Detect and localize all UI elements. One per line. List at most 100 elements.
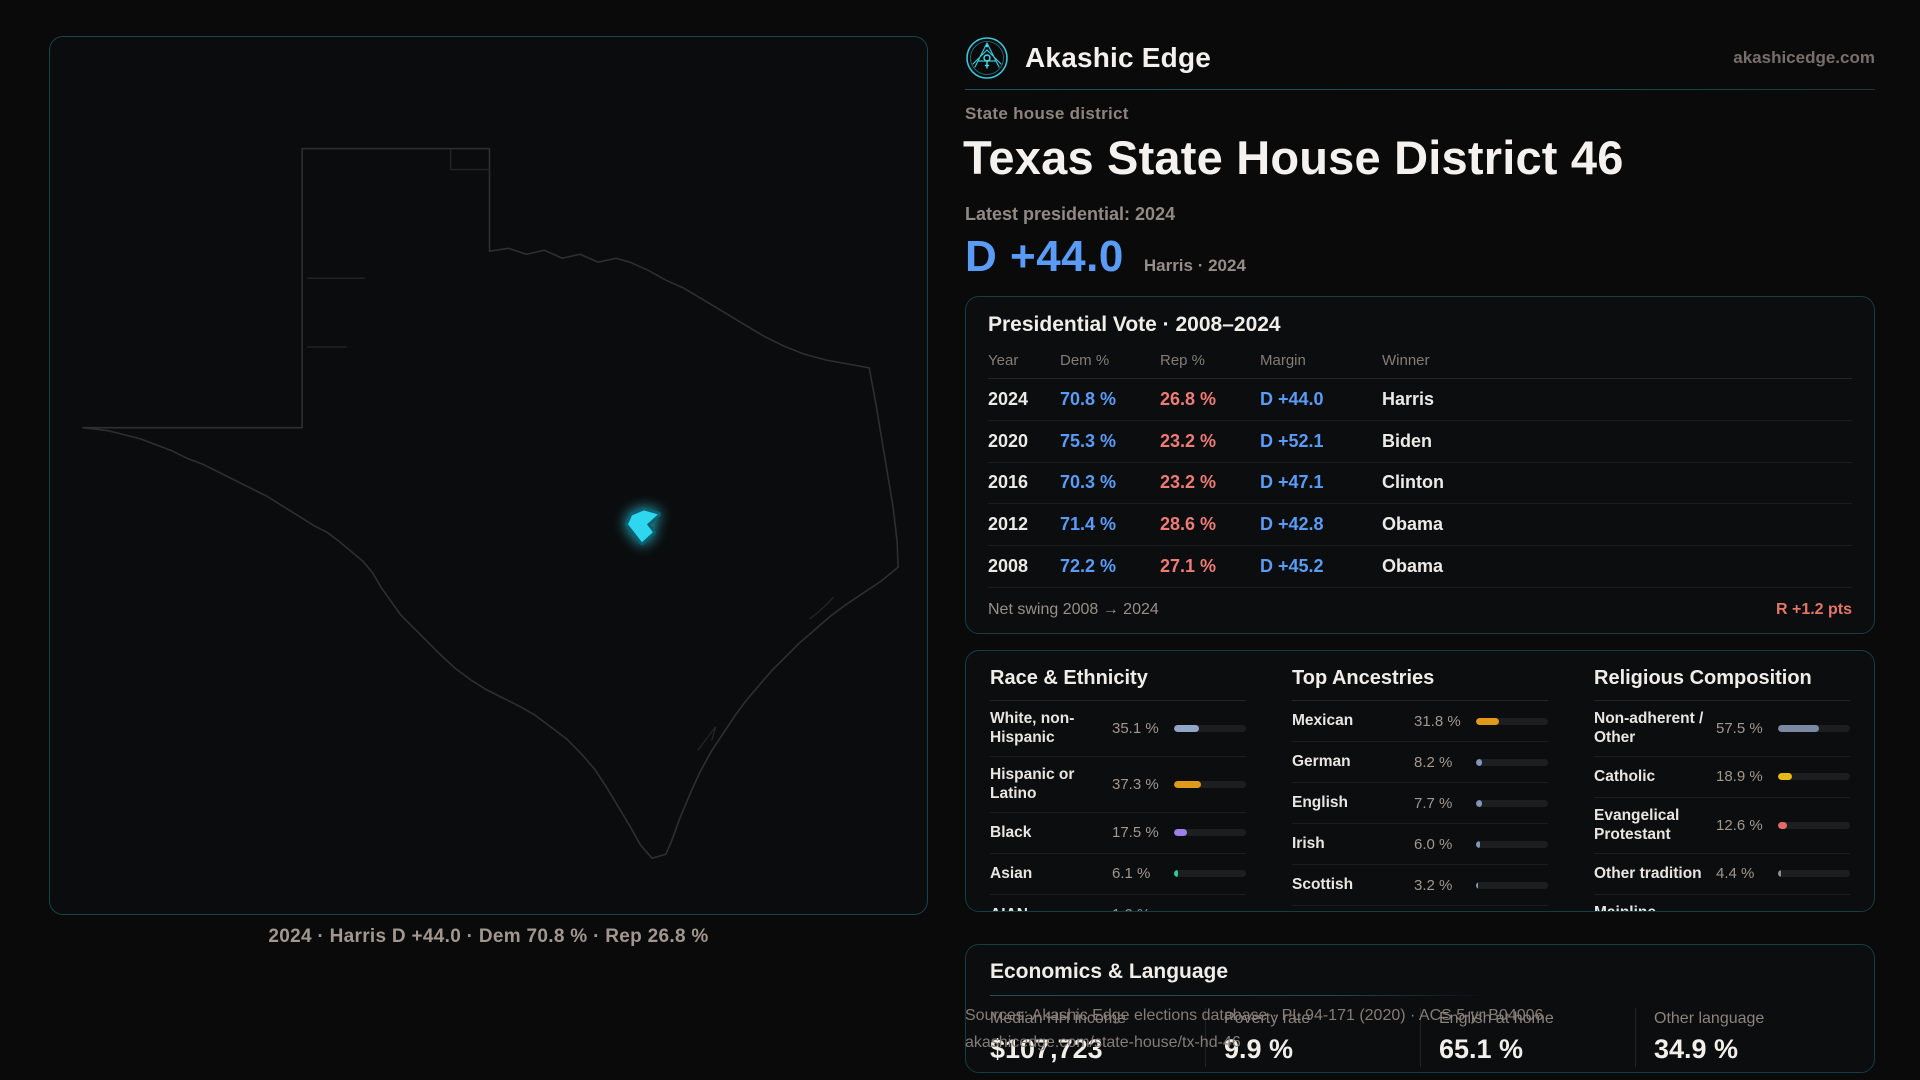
vote-margin: D +45.2 <box>1260 556 1382 577</box>
bar-fill <box>1476 759 1482 766</box>
econ-stat-label: Median HH income <box>990 1010 1205 1028</box>
demo-row: Evangelical Protestant12.6 % <box>1594 798 1850 854</box>
demo-value: 4.4 % <box>1716 865 1778 882</box>
vote-dem-pct: 75.3 % <box>1060 431 1160 452</box>
latest-presidential-label: Latest presidential: 2024 <box>965 204 1175 225</box>
bar-track <box>1174 829 1246 836</box>
bar-track <box>1778 870 1850 877</box>
demo-label: Asian <box>990 864 1112 883</box>
vote-year: 2020 <box>988 431 1060 452</box>
bar-fill <box>1778 870 1781 877</box>
demo-panel-title: Religious Composition <box>1594 667 1850 701</box>
texas-map-panel <box>49 36 928 915</box>
demo-row: German8.2 % <box>1292 742 1548 783</box>
vote-margin: D +52.1 <box>1260 431 1382 452</box>
vote-rep-pct: 27.1 % <box>1160 556 1260 577</box>
demo-value: 3.2 % <box>1414 877 1476 894</box>
vote-year: 2008 <box>988 556 1060 577</box>
vote-year: 2016 <box>988 472 1060 493</box>
vote-dem-pct: 70.3 % <box>1060 472 1160 493</box>
demo-row: Non-adherent / Other57.5 % <box>1594 701 1850 757</box>
margin-detail: Harris · 2024 <box>1144 256 1246 276</box>
header-divider <box>965 89 1875 90</box>
bar-track <box>1174 725 1246 732</box>
vote-rep-pct: 23.2 % <box>1160 472 1260 493</box>
demo-panel-ancestries: Top AncestriesMexican31.8 %German8.2 %En… <box>1292 667 1548 912</box>
demo-value: 1.0 % <box>1112 906 1174 912</box>
demo-value: 35.1 % <box>1112 720 1174 737</box>
demo-panel-title: Race & Ethnicity <box>990 667 1246 701</box>
bar-track <box>1476 718 1548 725</box>
page-title: Texas State House District 46 <box>963 130 1893 185</box>
bar-fill <box>1476 841 1480 848</box>
demo-value: 8.2 % <box>1414 754 1476 771</box>
net-swing-row: Net swing 2008 → 2024 R +1.2 pts <box>988 588 1852 619</box>
map-caption: 2024 · Harris D +44.0 · Dem 70.8 % · Rep… <box>49 926 928 948</box>
presidential-vote-card: Presidential Vote · 2008–2024 Year Dem %… <box>965 296 1875 634</box>
vote-table-row: 200872.2 %27.1 %D +45.2Obama <box>988 546 1852 588</box>
demo-label: Catholic <box>1594 767 1716 786</box>
vote-table-row: 201670.3 %23.2 %D +47.1Clinton <box>988 463 1852 505</box>
demo-row: White, non-Hispanic35.1 % <box>990 701 1246 757</box>
demo-row: Asian6.1 % <box>990 854 1246 895</box>
bar-fill <box>1778 725 1819 732</box>
bar-track <box>1174 911 1246 912</box>
vote-year: 2012 <box>988 514 1060 535</box>
demo-label: English <box>1292 793 1414 812</box>
col-rep: Rep % <box>1160 352 1260 369</box>
bar-track <box>1174 781 1246 788</box>
demo-value: 17.5 % <box>1112 824 1174 841</box>
net-swing-value: R +1.2 pts <box>1776 601 1852 619</box>
demo-value: 12.6 % <box>1716 817 1778 834</box>
bar-fill <box>1174 911 1176 912</box>
bar-track <box>1778 773 1850 780</box>
vote-winner: Biden <box>1382 431 1852 452</box>
demo-label: Hispanic or Latino <box>990 765 1112 804</box>
vote-margin: D +47.1 <box>1260 472 1382 493</box>
panhandle-notch <box>451 149 490 170</box>
vote-year: 2024 <box>988 389 1060 410</box>
demo-value: 6.0 % <box>1414 836 1476 853</box>
vote-rep-pct: 23.2 % <box>1160 431 1260 452</box>
headline-margin: D +44.0 Harris · 2024 <box>965 232 1246 282</box>
econ-stat-label: English at home <box>1439 1010 1635 1028</box>
vote-table-row: 201271.4 %28.6 %D +42.8Obama <box>988 504 1852 546</box>
demo-panel-religion: Religious CompositionNon-adherent / Othe… <box>1594 667 1850 912</box>
brand-site-link[interactable]: akashicedge.com <box>1733 48 1875 68</box>
demo-row: English7.7 % <box>1292 783 1548 824</box>
vote-winner: Harris <box>1382 389 1852 410</box>
demo-label: Mainline Protestant <box>1594 903 1716 913</box>
bar-track <box>1476 841 1548 848</box>
district-46-highlight <box>628 510 658 542</box>
vote-dem-pct: 70.8 % <box>1060 389 1160 410</box>
col-dem: Dem % <box>1060 352 1160 369</box>
vote-dem-pct: 71.4 % <box>1060 514 1160 535</box>
bar-fill <box>1174 781 1201 788</box>
vote-margin: D +42.8 <box>1260 514 1382 535</box>
vote-table-header: Year Dem % Rep % Margin Winner <box>988 352 1852 379</box>
demo-row: Mainline Protestant4.0 % <box>1594 895 1850 913</box>
vote-rep-pct: 28.6 % <box>1160 514 1260 535</box>
demo-label: Scottish <box>1292 875 1414 894</box>
economics-divider <box>990 995 1850 996</box>
bar-fill <box>1174 829 1187 836</box>
demo-row: AIAN1.0 % <box>990 895 1246 913</box>
demo-row: Catholic18.9 % <box>1594 757 1850 798</box>
demo-row: Scottish3.2 % <box>1292 865 1548 906</box>
kicker: State house district <box>965 104 1129 124</box>
texas-map <box>50 37 927 914</box>
demo-value: 18.9 % <box>1716 768 1778 785</box>
texas-outline <box>83 149 898 859</box>
bar-fill <box>1476 718 1499 725</box>
demo-value: 31.8 % <box>1414 713 1476 730</box>
akashic-logo-icon <box>965 36 1009 80</box>
demo-panel-title: Top Ancestries <box>1292 667 1548 701</box>
demo-label: Other tradition <box>1594 864 1716 883</box>
econ-stat: Other language34.9 % <box>1635 1008 1850 1067</box>
econ-stat-label: Other language <box>1654 1010 1850 1028</box>
economics-title: Economics & Language <box>990 960 1850 984</box>
vote-margin: D +44.0 <box>1260 389 1382 410</box>
permalink[interactable]: akashicedge.com/state-house/tx-hd-46 <box>965 1029 1543 1056</box>
net-swing-label: Net swing 2008 → 2024 <box>988 601 1159 619</box>
demo-label: Evangelical Protestant <box>1594 806 1716 845</box>
